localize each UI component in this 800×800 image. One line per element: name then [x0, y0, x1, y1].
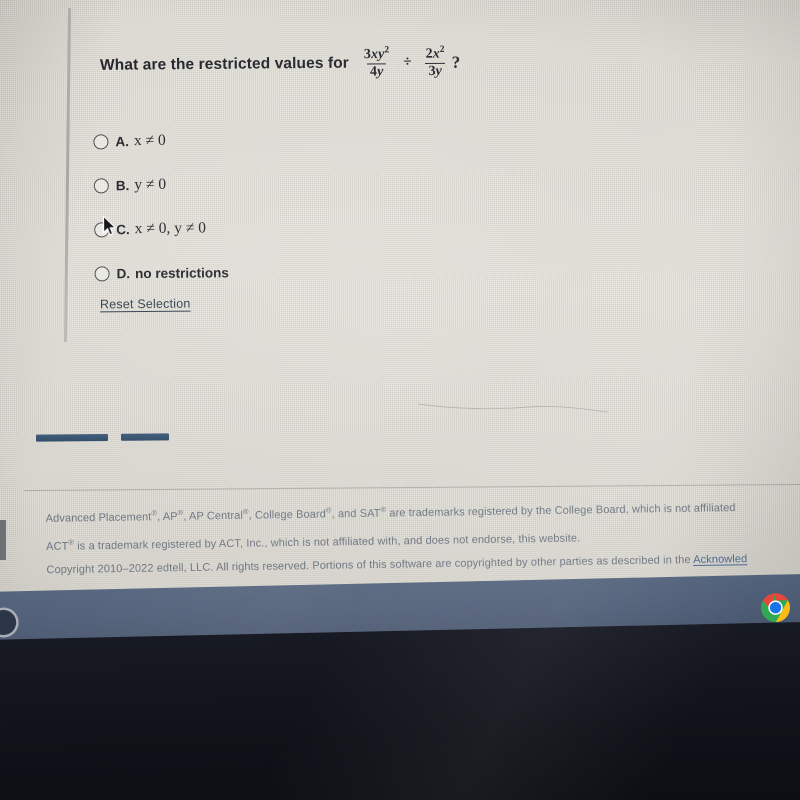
answer-option-c[interactable]: C. x ≠ 0, y ≠ 0 [94, 205, 424, 252]
chrome-icon[interactable] [760, 592, 791, 623]
dark-lower-area [0, 621, 800, 800]
answer-option-a[interactable]: A. x ≠ 0 [93, 117, 423, 164]
blue-dash-marks [35, 428, 170, 447]
radio-button-b[interactable] [93, 177, 109, 193]
answer-option-d-text: no restrictions [135, 264, 229, 281]
answer-options-list: A. x ≠ 0 B. y ≠ 0 C. x ≠ 0, y ≠ 0 D. no … [93, 117, 425, 296]
monitor-bezel-edge [0, 520, 6, 560]
answer-option-d[interactable]: D. no restrictions [94, 249, 424, 296]
answer-option-d-letter: D. [116, 265, 131, 281]
fraction-dividend-denominator: 4y [366, 63, 387, 81]
blue-dash-1 [35, 434, 109, 442]
blue-dash-2 [120, 433, 170, 442]
answer-option-c-letter: C. [116, 221, 130, 237]
monitor-photo: What are the restricted values for 3xy2 … [0, 0, 800, 800]
fraction-divisor: 2x2 3y [422, 44, 447, 81]
question-mark: ? [451, 52, 461, 72]
reset-selection-link[interactable]: Reset Selection [100, 297, 191, 312]
answer-option-b-text: y ≠ 0 [134, 175, 167, 194]
fraction-divisor-denominator: 3y [425, 63, 446, 81]
question-line: What are the restricted values for 3xy2 … [100, 44, 520, 83]
answer-option-a-text: x ≠ 0 [133, 131, 166, 150]
division-operator: ÷ [403, 54, 412, 71]
answer-option-c-text: x ≠ 0, y ≠ 0 [134, 219, 207, 238]
answer-option-a-letter: A. [115, 133, 129, 149]
answer-option-b-letter: B. [115, 177, 130, 193]
fraction-dividend-numerator: 3xy2 [363, 45, 390, 63]
fraction-divisor-numerator: 2x2 [425, 44, 445, 62]
radio-button-d[interactable] [94, 265, 110, 281]
footer-legal: Advanced Placement®, AP®, AP Central®, C… [45, 491, 800, 583]
question-block: What are the restricted values for 3xy2 … [100, 44, 520, 83]
acknowledgements-link[interactable]: Acknowled [693, 554, 747, 567]
question-prompt: What are the restricted values for [99, 54, 349, 74]
fraction-dividend: 3xy2 4y [361, 45, 393, 81]
answer-option-b[interactable]: B. y ≠ 0 [93, 161, 424, 208]
radio-button-a[interactable] [93, 133, 109, 149]
radio-button-c[interactable] [94, 221, 110, 237]
